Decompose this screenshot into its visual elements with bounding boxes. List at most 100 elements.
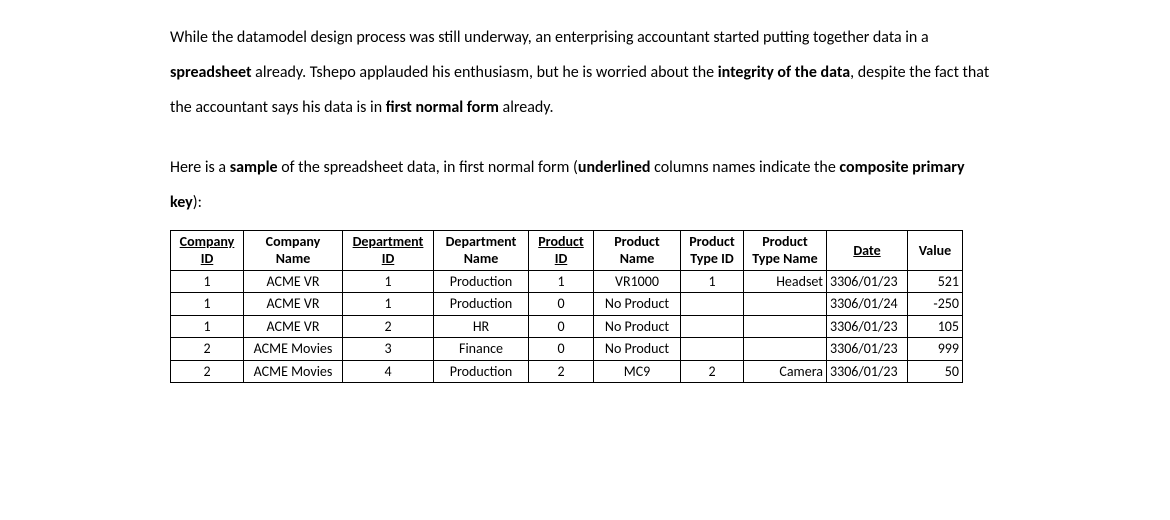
spreadsheet-table: Company ID Company Name Department ID De…	[170, 230, 963, 384]
cell-value: 999	[908, 338, 963, 361]
cell-product-name: No Product	[594, 315, 681, 338]
cell-date: 3306/01/24	[827, 293, 908, 316]
cell-department-name: Finance	[434, 338, 529, 361]
header-department-id: Department ID	[343, 230, 434, 270]
cell-product-type-id	[681, 338, 744, 361]
cell-department-name: HR	[434, 315, 529, 338]
cell-product-type-id: 2	[681, 360, 744, 383]
header-line: Product	[614, 233, 660, 250]
cell-date: 3306/01/23	[827, 270, 908, 293]
header-line: Type Name	[752, 250, 817, 267]
header-line: Product	[538, 233, 584, 250]
cell-department-id: 1	[343, 293, 434, 316]
header-product-type-name: Product Type Name	[744, 230, 827, 270]
paragraph-sample: Here is a sample of the spreadsheet data…	[170, 150, 1000, 220]
cell-product-type-name	[744, 293, 827, 316]
header-line: ID	[382, 250, 395, 267]
text: already. Tshepo applauded his enthusiasm…	[252, 63, 718, 82]
header-line: Product	[689, 233, 735, 250]
header-line: Name	[276, 250, 311, 267]
header-product-id: Product ID	[529, 230, 594, 270]
cell-product-type-name	[744, 315, 827, 338]
cell-date: 3306/01/23	[827, 360, 908, 383]
cell-product-name: No Product	[594, 338, 681, 361]
cell-department-name: Production	[434, 270, 529, 293]
table-row: 2 ACME Movies 4 Production 2 MC9 2 Camer…	[171, 360, 963, 383]
header-date: Date	[827, 230, 908, 270]
cell-product-name: VR1000	[594, 270, 681, 293]
header-line: Type ID	[690, 250, 733, 267]
header-value: Value	[908, 230, 963, 270]
cell-value: 50	[908, 360, 963, 383]
header-line: Name	[620, 250, 655, 267]
cell-value: 521	[908, 270, 963, 293]
header-line: Product	[762, 233, 808, 250]
table-header-row: Company ID Company Name Department ID De…	[171, 230, 963, 270]
cell-company-id: 1	[171, 315, 244, 338]
header-line: Department	[446, 233, 517, 250]
cell-product-type-id	[681, 293, 744, 316]
header-line: Company	[180, 233, 235, 250]
cell-department-id: 4	[343, 360, 434, 383]
cell-company-name: ACME VR	[244, 293, 343, 316]
header-line: ID	[201, 250, 214, 267]
cell-company-name: ACME Movies	[244, 338, 343, 361]
cell-product-type-id	[681, 315, 744, 338]
cell-product-name: No Product	[594, 293, 681, 316]
cell-product-type-id: 1	[681, 270, 744, 293]
cell-company-id: 2	[171, 338, 244, 361]
header-line: Company	[266, 233, 321, 250]
text: columns names indicate the	[650, 158, 839, 177]
cell-company-id: 2	[171, 360, 244, 383]
cell-product-id: 2	[529, 360, 594, 383]
cell-department-id: 2	[343, 315, 434, 338]
cell-product-id: 0	[529, 338, 594, 361]
cell-company-name: ACME Movies	[244, 360, 343, 383]
header-line: Department	[353, 233, 424, 250]
header-company-name: Company Name	[244, 230, 343, 270]
text: ):	[193, 193, 202, 212]
cell-date: 3306/01/23	[827, 315, 908, 338]
header-line: Value	[919, 242, 951, 259]
cell-value: 105	[908, 315, 963, 338]
text: already.	[499, 98, 554, 117]
cell-company-name: ACME VR	[244, 270, 343, 293]
cell-department-id: 1	[343, 270, 434, 293]
cell-product-type-name: Camera	[744, 360, 827, 383]
header-line: Name	[464, 250, 499, 267]
cell-company-id: 1	[171, 293, 244, 316]
bold-sample: sample	[230, 158, 278, 177]
table-row: 2 ACME Movies 3 Finance 0 No Product 330…	[171, 338, 963, 361]
header-company-id: Company ID	[171, 230, 244, 270]
cell-date: 3306/01/23	[827, 338, 908, 361]
paragraph-intro: While the datamodel design process was s…	[170, 20, 1000, 126]
text: of the spreadsheet data, in first normal…	[278, 158, 578, 177]
cell-product-id: 0	[529, 293, 594, 316]
table-body: 1 ACME VR 1 Production 1 VR1000 1 Headse…	[171, 270, 963, 383]
cell-company-name: ACME VR	[244, 315, 343, 338]
cell-product-type-name	[744, 338, 827, 361]
cell-value: -250	[908, 293, 963, 316]
table-row: 1 ACME VR 1 Production 0 No Product 3306…	[171, 293, 963, 316]
cell-product-id: 0	[529, 315, 594, 338]
cell-product-type-name: Headset	[744, 270, 827, 293]
cell-company-id: 1	[171, 270, 244, 293]
text: Here is a	[170, 158, 230, 177]
cell-product-id: 1	[529, 270, 594, 293]
header-product-name: Product Name	[594, 230, 681, 270]
header-line: ID	[555, 250, 568, 267]
cell-department-name: Production	[434, 293, 529, 316]
header-product-type-id: Product Type ID	[681, 230, 744, 270]
table-row: 1 ACME VR 1 Production 1 VR1000 1 Headse…	[171, 270, 963, 293]
table-row: 1 ACME VR 2 HR 0 No Product 3306/01/23 1…	[171, 315, 963, 338]
bold-underlined: underlined	[578, 158, 651, 177]
cell-product-name: MC9	[594, 360, 681, 383]
cell-department-name: Production	[434, 360, 529, 383]
cell-department-id: 3	[343, 338, 434, 361]
bold-spreadsheet: spreadsheet	[170, 63, 252, 82]
bold-integrity: integrity of the data	[718, 63, 850, 82]
header-line: Date	[853, 242, 880, 259]
text: While the datamodel design process was s…	[170, 28, 929, 47]
bold-first-normal-form: first normal form	[386, 98, 499, 117]
header-department-name: Department Name	[434, 230, 529, 270]
